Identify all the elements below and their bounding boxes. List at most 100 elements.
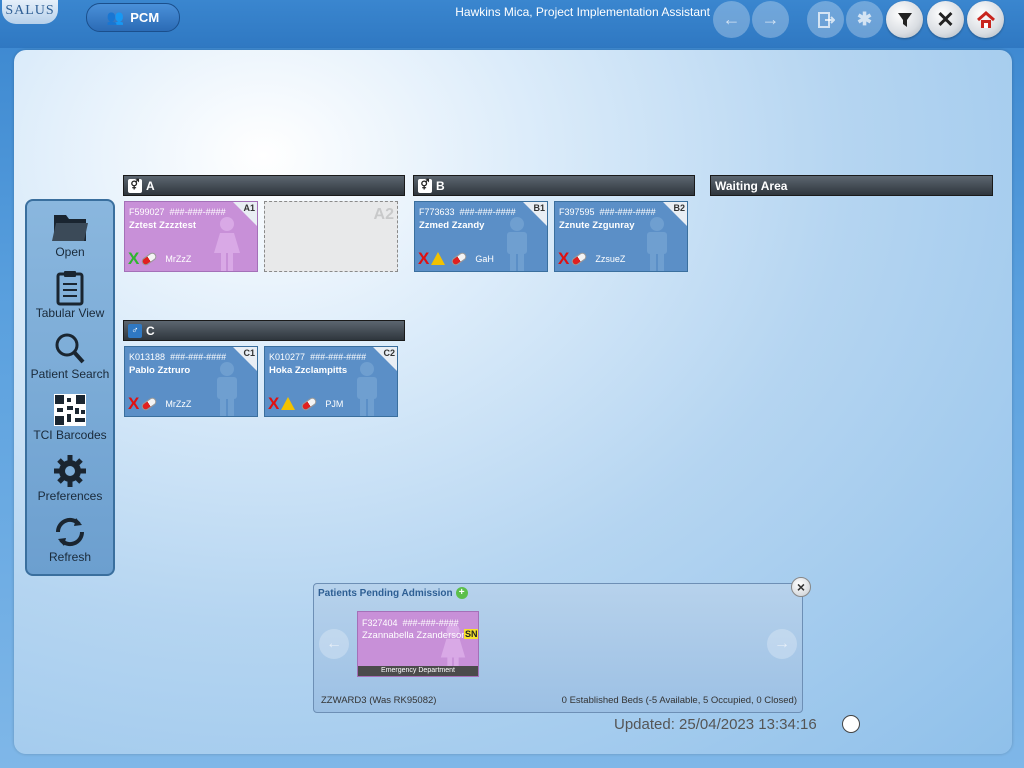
back-button[interactable]: ← [713,1,750,38]
medication-pill-icon [450,250,469,267]
patient-id: F397595 ###-###-#### [559,207,656,217]
sidebar-item-label: Preferences [37,489,103,503]
bay-name: B [436,178,445,193]
waiting-area-label: Waiting Area [715,178,788,193]
specialty-badge: SN [464,629,478,639]
sidebar-item-preferences[interactable]: Preferences [27,449,113,507]
sidebar-item-refresh[interactable]: Refresh [27,510,113,568]
exit-icon [817,11,835,28]
red-x-icon: X [418,249,430,268]
bed-card-a2-empty[interactable]: A2 [264,201,398,272]
ward-name: ZZWARD3 (Was RK95082) [321,695,437,706]
beds-summary: 0 Established Beds (-5 Available, 5 Occu… [561,695,797,706]
bed-label: C1 [243,348,255,358]
bed-label: B2 [673,203,685,213]
pcm-module-button[interactable]: 👥 PCM [86,3,180,32]
bed-card-c1[interactable]: C1 K013188 ###-###-#### Pablo Zztruro X … [124,346,258,417]
forward-button[interactable]: → [752,1,789,38]
bay-header-b: ⚥ B [413,175,695,196]
male-gender-icon: ♂ [128,323,142,338]
medication-pill-icon [300,395,319,412]
medication-pill-icon [570,250,589,267]
sidebar-item-open[interactable]: Open [27,205,113,263]
qr-code-icon [54,394,86,426]
home-button[interactable] [967,1,1004,38]
status-icons: X PJM [268,395,343,412]
green-x-icon: X [128,249,140,268]
arrow-right-icon: → [761,9,780,29]
top-bar: SALUS 👥 PCM Hawkins Mica, Project Implem… [0,0,1024,48]
bed-card-c2[interactable]: C2 K010277 ###-###-#### Hoka Zzclampitts… [264,346,398,417]
sidebar: Open Tabular View Patient Search TCI Bar… [25,199,115,576]
patient-name: Pablo Zztruro [129,365,191,376]
patient-id: F773633 ###-###-#### [419,207,516,217]
refresh-icon [55,517,85,547]
patient-name: Zznute Zzgunray [559,220,635,231]
patient-name: Hoka Zzclampitts [269,365,348,376]
patient-id: K010277 ###-###-#### [269,352,367,362]
clinician-initials: GaH [475,253,494,264]
admit-button[interactable]: ✱ [846,1,883,38]
home-icon [976,10,995,28]
status-icons: X ZzsueZ [558,250,625,267]
people-icon: 👥 [106,9,125,25]
close-icon: ✕ [936,6,955,32]
salus-logo: SALUS [2,0,58,24]
sidebar-item-tci-barcodes[interactable]: TCI Barcodes [27,388,113,446]
bed-label: A2 [373,206,394,223]
filter-icon [897,12,912,27]
close-pending-button[interactable]: × [791,577,811,597]
close-icon: × [796,579,806,595]
status-icons: X GaH [418,250,494,267]
warning-icon [431,252,446,265]
sidebar-item-label: TCI Barcodes [33,428,107,442]
sidebar-item-label: Open [55,245,85,259]
bay-name: C [146,323,155,338]
warning-icon [281,397,296,410]
bed-card-b1[interactable]: B1 F773633 ###-###-#### Zzmed Zzandy X G… [414,201,548,272]
gear-icon [54,455,86,487]
patient-name: Zzannabella Zzanderson [362,630,467,641]
medication-pill-icon [140,250,159,267]
pending-next-button[interactable]: → [767,629,797,659]
pcm-module-label: PCM [130,10,160,25]
mixed-gender-icon: ⚥ [418,178,432,193]
status-indicator [842,715,860,733]
bed-label: C2 [383,348,395,358]
pending-title: Patients Pending Admission + [318,587,468,599]
add-icon[interactable]: + [455,587,468,599]
sidebar-item-label: Refresh [48,550,92,564]
sidebar-item-patient-search[interactable]: Patient Search [27,327,113,385]
clinician-initials: PJM [325,398,344,409]
patient-id: F327404 ###-###-#### [362,618,459,628]
search-icon [55,333,85,364]
pending-admission-panel: Patients Pending Admission + ← → F327404… [313,583,803,713]
patient-id: F599027 ###-###-#### [129,207,226,217]
bed-label: B1 [533,203,545,213]
status-icons: X MrZzZ [128,395,191,412]
filter-button[interactable] [886,1,923,38]
clinician-initials: ZzsueZ [595,253,626,264]
folder-icon [52,215,88,241]
user-name: Hawkins Mica, Project Implementation Ass… [455,5,710,19]
pending-prev-button[interactable]: ← [319,629,349,659]
arrow-left-icon: ← [326,635,342,652]
medication-pill-icon [140,395,159,412]
bay-header-a: ⚥ A [123,175,405,196]
bed-label: A1 [243,203,255,213]
bay-header-c: ♂ C [123,320,405,341]
bed-card-a1[interactable]: A1 F599027 ###-###-#### Zztest Zzzztest … [124,201,258,272]
updated-timestamp: Updated: 25/04/2023 13:34:16 [614,716,817,733]
arrow-right-icon: → [774,635,790,652]
pending-patient-card[interactable]: F327404 ###-###-#### Zzannabella Zzander… [357,611,479,677]
mixed-gender-icon: ⚥ [128,178,142,193]
waiting-area-header: Waiting Area [710,175,993,196]
clipboard-icon [56,271,84,306]
puzzle-icon: ✱ [856,9,873,29]
sidebar-item-label: Tabular View [35,306,105,320]
clinician-initials: MrZzZ [165,253,192,264]
bed-card-b2[interactable]: B2 F397595 ###-###-#### Zznute Zzgunray … [554,201,688,272]
close-button[interactable]: ✕ [927,1,964,38]
exit-button[interactable] [807,1,844,38]
sidebar-item-tabular-view[interactable]: Tabular View [27,266,113,324]
